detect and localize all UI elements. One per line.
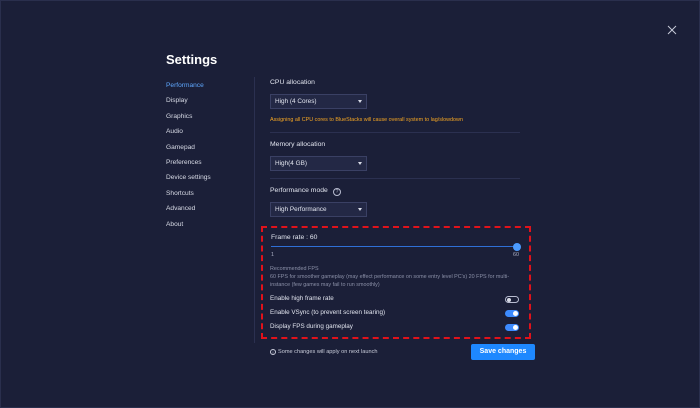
chevron-down-icon: [358, 208, 362, 211]
footer-note-text: Some changes will apply on next launch: [278, 349, 378, 355]
sidebar-divider: [254, 77, 255, 343]
performance-mode-label: Performance mode: [270, 187, 328, 194]
performance-mode-select[interactable]: High Performance: [270, 202, 367, 217]
performance-mode-value: High Performance: [275, 206, 327, 213]
sidebar-nav: Performance Display Graphics Audio Gamep…: [166, 81, 256, 235]
info-icon: i: [270, 349, 276, 355]
vsync-toggle[interactable]: [505, 310, 519, 317]
cpu-warning-text: Assigning all CPU cores to BlueStacks wi…: [270, 117, 463, 123]
sidebar-item-graphics[interactable]: Graphics: [166, 112, 256, 127]
sidebar-item-performance[interactable]: Performance: [166, 81, 256, 96]
sidebar-item-preferences[interactable]: Preferences: [166, 158, 256, 173]
frame-rate-slider-track[interactable]: [271, 246, 517, 247]
toggle-knob: [507, 297, 511, 302]
memory-allocation-label: Memory allocation: [270, 141, 326, 148]
footer-note: i Some changes will apply on next launch: [270, 349, 378, 355]
display-fps-label: Display FPS during gameplay: [270, 323, 353, 330]
display-fps-toggle[interactable]: [505, 324, 519, 331]
toggle-knob: [513, 311, 518, 316]
slider-min-label: 1: [271, 252, 274, 258]
slider-max-label: 60: [513, 252, 519, 258]
cpu-allocation-label: CPU allocation: [270, 79, 315, 86]
sidebar-item-audio[interactable]: Audio: [166, 127, 256, 142]
high-frame-rate-label: Enable high frame rate: [270, 295, 334, 302]
vsync-label: Enable VSync (to prevent screen tearing): [270, 309, 386, 316]
recommended-fps-text: 60 FPS for smoother gameplay (may effect…: [270, 274, 510, 288]
page-title: Settings: [166, 52, 218, 67]
frame-rate-slider-handle[interactable]: [513, 242, 521, 251]
sidebar-item-shortcuts[interactable]: Shortcuts: [166, 189, 256, 204]
help-icon[interactable]: ?: [333, 188, 341, 196]
save-changes-button[interactable]: Save changes: [471, 344, 535, 360]
toggle-knob: [513, 325, 518, 330]
cpu-allocation-select[interactable]: High (4 Cores): [270, 94, 367, 109]
chevron-down-icon: [358, 162, 362, 165]
high-frame-rate-toggle[interactable]: [505, 296, 519, 303]
section-divider: [270, 178, 520, 179]
chevron-down-icon: [358, 100, 362, 103]
recommended-fps-title: Recommended FPS: [270, 266, 319, 272]
close-icon[interactable]: [665, 23, 679, 37]
sidebar-item-display[interactable]: Display: [166, 96, 256, 111]
sidebar-item-advanced[interactable]: Advanced: [166, 204, 256, 219]
memory-allocation-select[interactable]: High(4 GB): [270, 156, 367, 171]
settings-window: Settings Performance Display Graphics Au…: [0, 0, 700, 408]
memory-allocation-value: High(4 GB): [275, 160, 307, 167]
sidebar-item-about[interactable]: About: [166, 220, 256, 235]
sidebar-item-device-settings[interactable]: Device settings: [166, 173, 256, 188]
cpu-allocation-value: High (4 Cores): [275, 98, 317, 105]
section-divider: [270, 132, 520, 133]
frame-rate-label: Frame rate : 60: [271, 234, 318, 241]
sidebar-item-gamepad[interactable]: Gamepad: [166, 143, 256, 158]
